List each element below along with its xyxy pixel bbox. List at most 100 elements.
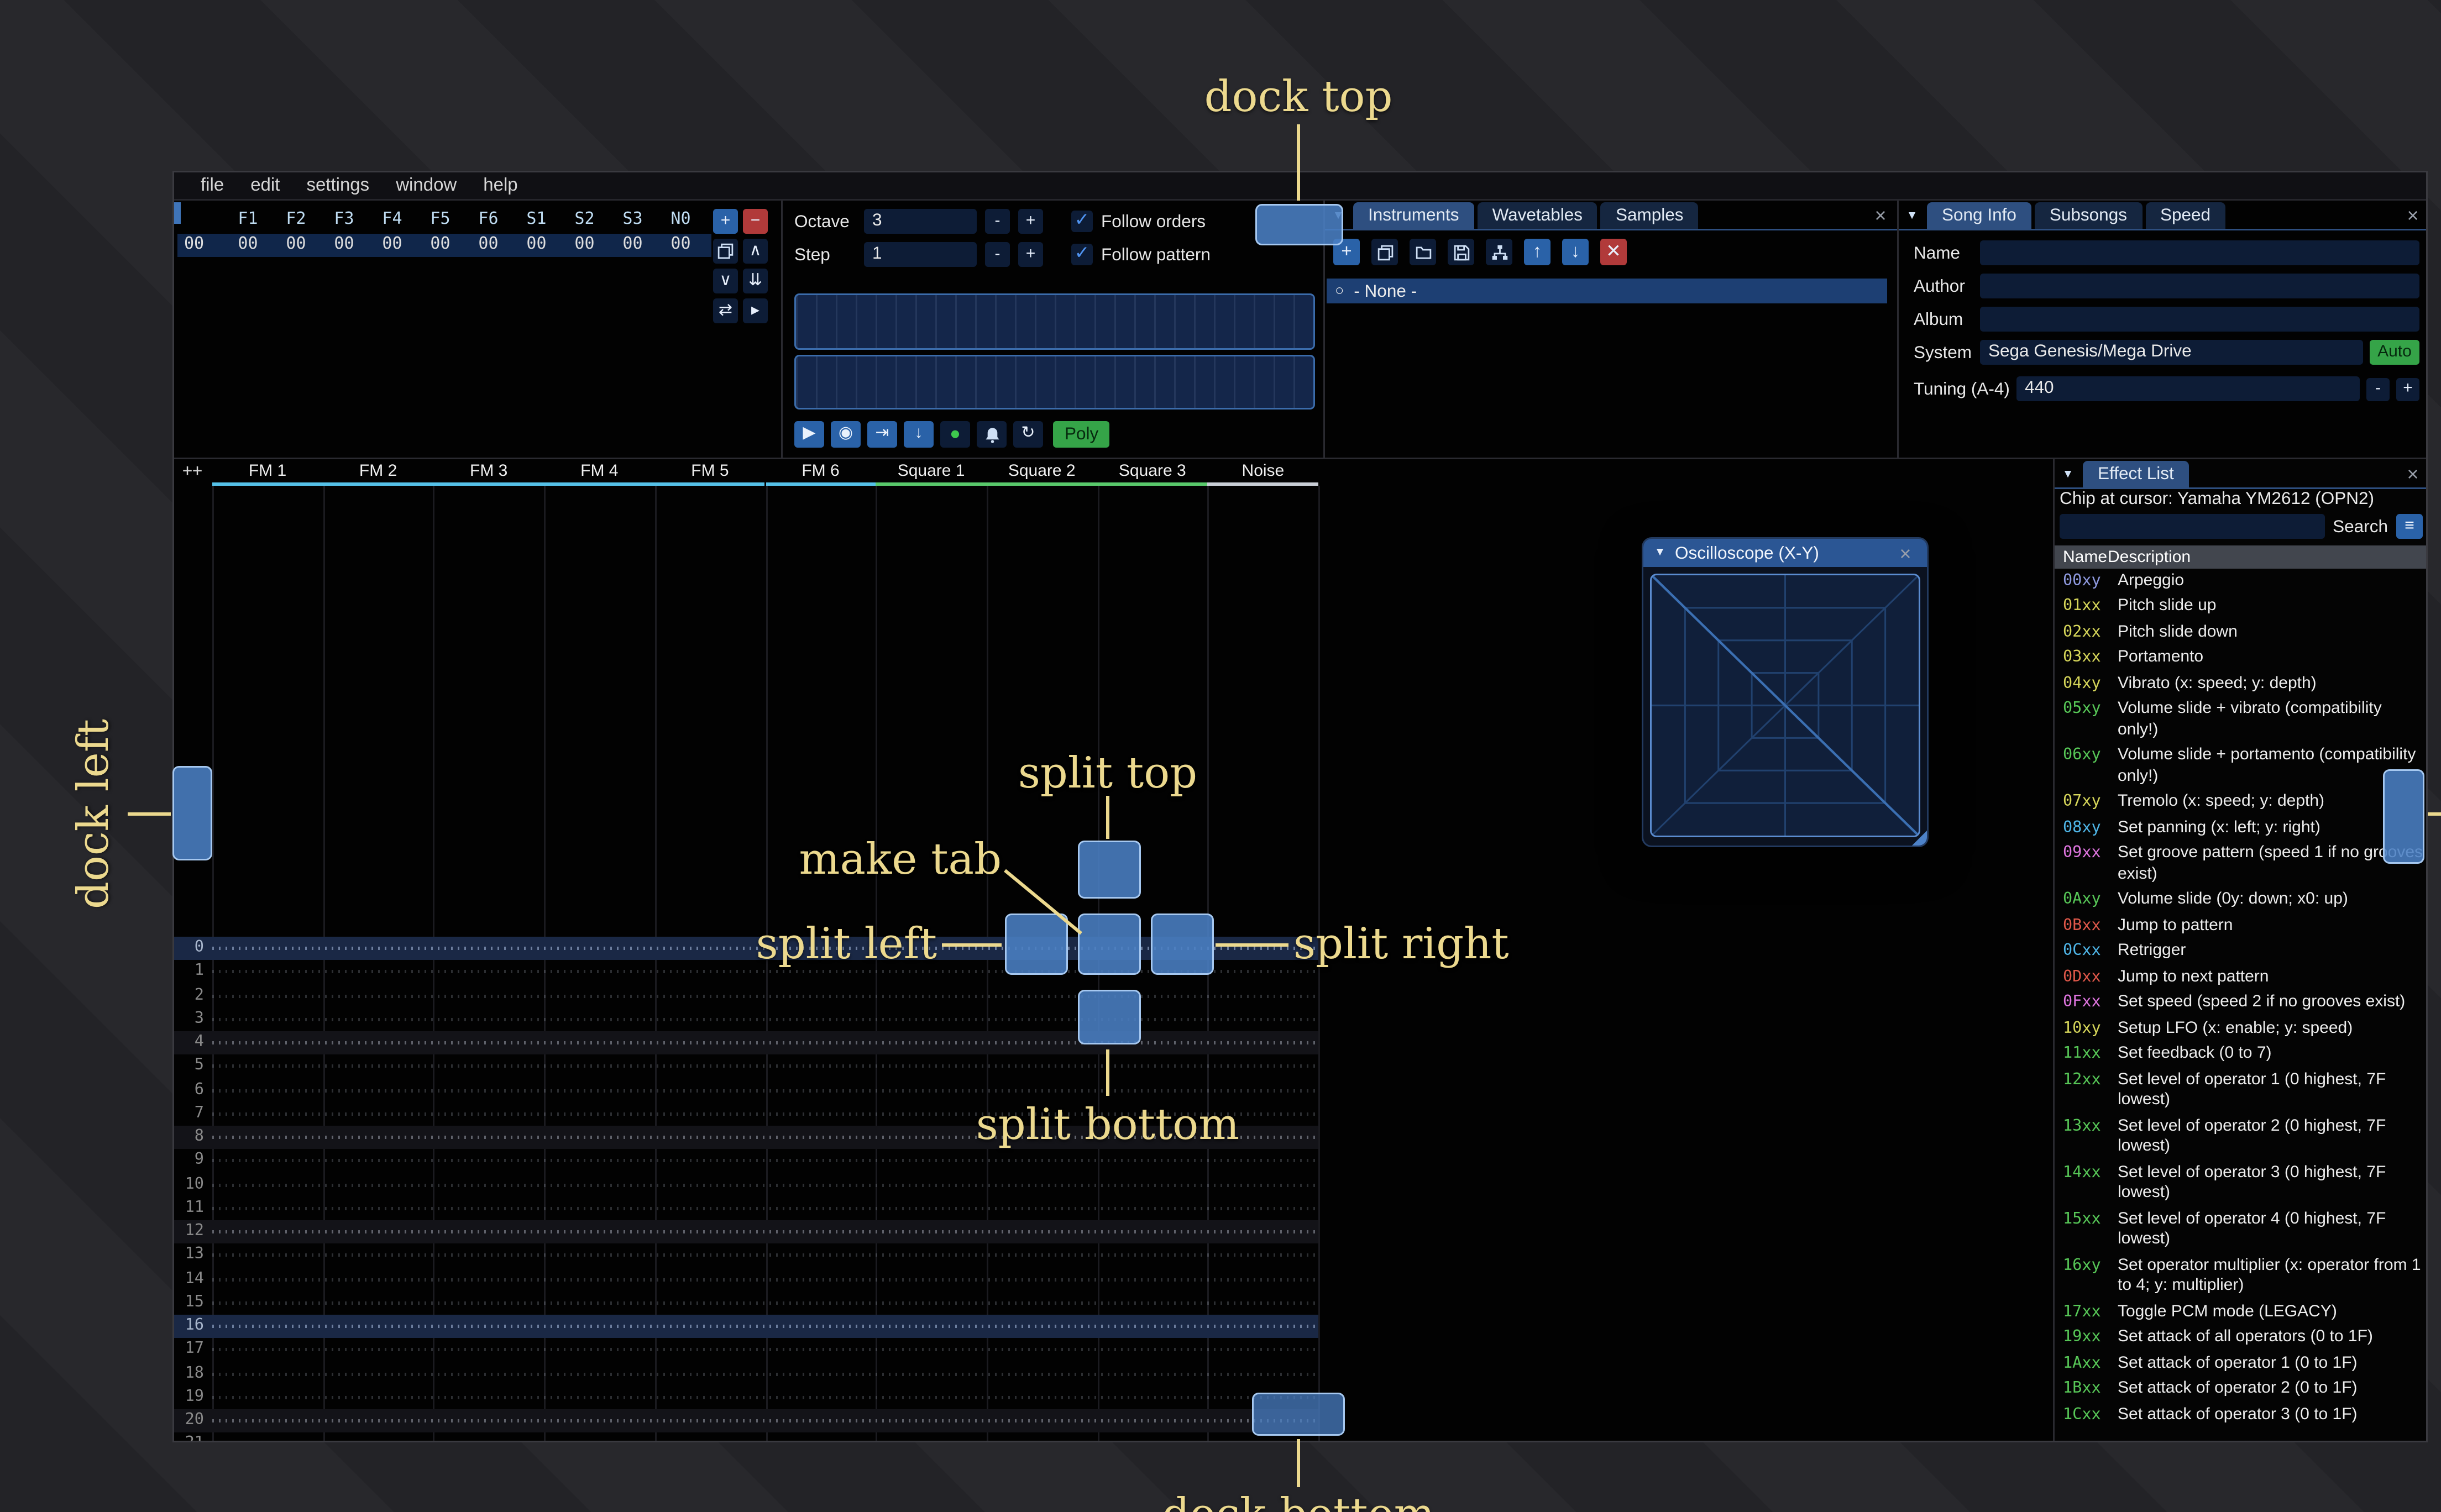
channel-header-square-1[interactable]: Square 1: [876, 459, 987, 486]
split-top-target[interactable]: [1078, 841, 1141, 899]
dock-left-target[interactable]: [172, 766, 212, 860]
orders-cell[interactable]: 00: [272, 235, 320, 254]
repeat-button[interactable]: ↻: [1013, 421, 1043, 448]
step-row-button[interactable]: ↓: [904, 421, 934, 448]
octave-decrease-button[interactable]: -: [985, 209, 1010, 234]
pattern-corner-expand[interactable]: ++: [182, 463, 202, 481]
instrument-open-button[interactable]: [1410, 239, 1436, 265]
instrument-duplicate-button[interactable]: [1371, 239, 1398, 265]
instrument-toggle-folders-button[interactable]: [1486, 239, 1512, 265]
dock-bottom-target[interactable]: [1252, 1393, 1345, 1436]
name-input[interactable]: [1980, 240, 2419, 265]
pattern-row[interactable]: 15: [174, 1291, 1318, 1315]
follow-orders-checkbox[interactable]: ✓: [1071, 211, 1093, 232]
orders-row-number[interactable]: 00: [181, 235, 224, 254]
chevron-down-icon[interactable]: ▼: [1652, 540, 1668, 566]
tab-wavetables[interactable]: Wavetables: [1477, 202, 1597, 229]
instrument-arrow-up-button[interactable]: ↑: [1524, 239, 1550, 265]
orders-cell[interactable]: 00: [416, 235, 464, 254]
step-input[interactable]: 1: [864, 242, 977, 267]
step-decrease-button[interactable]: -: [985, 242, 1010, 267]
channel-header-fm-2[interactable]: FM 2: [323, 459, 434, 486]
metronome-button[interactable]: [977, 421, 1007, 448]
tuning-input[interactable]: 440: [2016, 376, 2360, 401]
octave-input[interactable]: 3: [864, 209, 977, 234]
piano-upper-octave[interactable]: [794, 293, 1315, 349]
close-icon[interactable]: ×: [1892, 540, 1919, 566]
channel-header-fm-4[interactable]: FM 4: [544, 459, 655, 486]
pattern-row[interactable]: 4: [174, 1031, 1318, 1055]
pattern-row[interactable]: 16: [174, 1315, 1318, 1338]
play-to-cursor-button[interactable]: ⇥: [867, 421, 897, 448]
hamburger-menu-icon[interactable]: ≡: [2396, 514, 2423, 539]
menu-item-settings[interactable]: settings: [293, 176, 383, 196]
step-increase-button[interactable]: +: [1018, 242, 1043, 267]
pattern-row[interactable]: 5: [174, 1055, 1318, 1079]
orders-cell[interactable]: 00: [368, 235, 416, 254]
orders-cell[interactable]: 00: [609, 235, 657, 254]
tuning-increase-button[interactable]: +: [2396, 377, 2419, 401]
pattern-row[interactable]: 20: [174, 1409, 1318, 1433]
chevron-down-icon[interactable]: ▼: [1900, 202, 1924, 229]
channel-header-fm-5[interactable]: FM 5: [654, 459, 766, 486]
instrument-delete-button[interactable]: ✕: [1600, 239, 1627, 265]
pattern-row[interactable]: 17: [174, 1338, 1318, 1362]
make-tab-target[interactable]: [1078, 914, 1141, 975]
dock-top-target[interactable]: [1255, 204, 1343, 245]
close-icon[interactable]: ×: [2400, 202, 2426, 229]
tab-samples[interactable]: Samples: [1600, 202, 1699, 229]
menu-item-file[interactable]: file: [187, 176, 237, 196]
orders-cell[interactable]: 00: [512, 235, 561, 254]
auto-system-button[interactable]: Auto: [2370, 340, 2419, 365]
instrument-save-button[interactable]: [1448, 239, 1474, 265]
menu-item-window[interactable]: window: [383, 176, 470, 196]
pattern-row[interactable]: 1: [174, 960, 1318, 984]
orders-duplicate-end-button[interactable]: ⇊: [743, 269, 768, 293]
tab-subsongs[interactable]: Subsongs: [2034, 202, 2142, 229]
tab-speed[interactable]: Speed: [2145, 202, 2226, 229]
pattern-row[interactable]: 11: [174, 1196, 1318, 1220]
pattern-row[interactable]: 21: [174, 1433, 1318, 1441]
orders-exchange-button[interactable]: ⇄: [713, 298, 738, 323]
pattern-row[interactable]: 14: [174, 1268, 1318, 1292]
tuning-decrease-button[interactable]: -: [2366, 377, 2390, 401]
orders-move-up-button[interactable]: ∧: [743, 239, 768, 264]
channel-header-fm-1[interactable]: FM 1: [212, 459, 323, 486]
orders-cell[interactable]: 00: [657, 235, 705, 254]
piano-lower-octave[interactable]: [794, 354, 1315, 410]
split-bottom-target[interactable]: [1078, 990, 1141, 1044]
pattern-row[interactable]: 3: [174, 1007, 1318, 1031]
stop-button[interactable]: ●: [940, 421, 970, 448]
close-icon[interactable]: ×: [1867, 202, 1894, 229]
pattern-row[interactable]: 9: [174, 1149, 1318, 1173]
orders-move-down-button[interactable]: ∨: [713, 269, 738, 293]
pattern-row[interactable]: 10: [174, 1173, 1318, 1197]
system-input[interactable]: Sega Genesis/Mega Drive: [1980, 340, 2363, 365]
menu-item-edit[interactable]: edit: [237, 176, 293, 196]
tab-instruments[interactable]: Instruments: [1353, 202, 1474, 229]
pattern-row[interactable]: 12: [174, 1220, 1318, 1244]
tab-song-info[interactable]: Song Info: [1927, 202, 2031, 229]
menu-item-help[interactable]: help: [470, 176, 531, 196]
effect-search-input[interactable]: [2060, 514, 2325, 539]
pattern-row[interactable]: 2: [174, 984, 1318, 1008]
orders-value-row[interactable]: 00 00 00 00 00 00 00 00 00 00 00: [181, 235, 705, 254]
play-button[interactable]: ▶: [794, 421, 824, 448]
author-input[interactable]: [1980, 274, 2419, 298]
dock-right-target[interactable]: [2383, 769, 2424, 864]
pattern-row[interactable]: 19: [174, 1385, 1318, 1409]
pattern-row[interactable]: 6: [174, 1079, 1318, 1102]
chevron-down-icon[interactable]: ▼: [2056, 461, 2079, 487]
poly-button[interactable]: Poly: [1053, 421, 1111, 448]
orders-duplicate-button[interactable]: [713, 239, 738, 264]
orders-edit-order-button[interactable]: ▸: [743, 298, 768, 323]
orders-cell[interactable]: 00: [464, 235, 512, 254]
close-icon[interactable]: ×: [2400, 461, 2426, 487]
orders-cell[interactable]: 00: [561, 235, 609, 254]
follow-pattern-checkbox[interactable]: ✓: [1071, 244, 1093, 265]
orders-cell[interactable]: 00: [224, 235, 272, 254]
channel-header-fm-3[interactable]: FM 3: [433, 459, 544, 486]
oscilloscope-titlebar[interactable]: ▼ Oscilloscope (X-Y) ×: [1643, 539, 1927, 567]
instrument-list-item[interactable]: ○ - None -: [1327, 279, 1887, 303]
piano-widget[interactable]: [794, 293, 1315, 410]
